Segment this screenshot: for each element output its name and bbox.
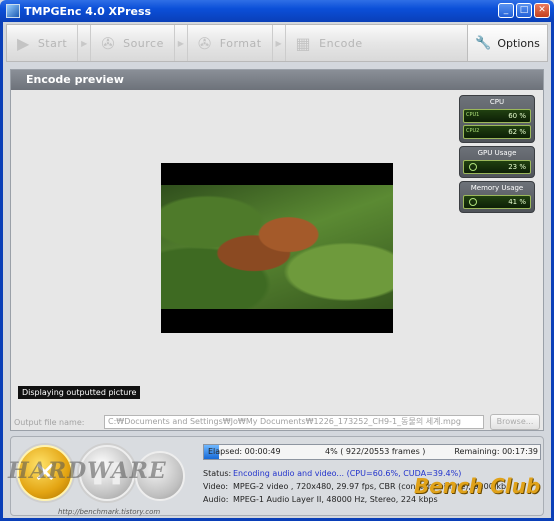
step-start[interactable]: ▶ Start (7, 25, 77, 61)
gpu-monitor: GPU Usage 23 % (459, 146, 535, 178)
video-preview (161, 163, 393, 333)
resource-monitors: CPU CPU1 60 % CPU2 62 % GPU Usage 23 % M… (459, 95, 535, 216)
cpu-monitor: CPU CPU1 60 % CPU2 62 % (459, 95, 535, 143)
memory-monitor-title: Memory Usage (470, 184, 524, 192)
wrench-icon: 🔧 (475, 35, 492, 51)
benchclub-watermark: Bench Club (414, 474, 541, 498)
video-frame-image (161, 185, 393, 309)
app-icon (6, 4, 20, 18)
step-arrow: ▶ (173, 25, 188, 61)
watermark-url: http://benchmark.tistory.com (58, 508, 161, 516)
output-file-label: Output file name: (14, 418, 85, 427)
step-source-label: Source (123, 36, 164, 50)
progress-percent-frames: 4% ( 922/20553 frames ) (325, 447, 426, 456)
close-button[interactable]: ✕ (534, 3, 550, 18)
memory-monitor: Memory Usage 41 % (459, 181, 535, 213)
cpu1-value: 60 % (508, 112, 526, 120)
memory-value: 41 % (508, 198, 526, 206)
cpu2-label: CPU2 (466, 128, 480, 134)
preview-status-label: Displaying outputted picture (18, 386, 141, 399)
step-encode-label: Encode (319, 36, 363, 50)
dial-icon (469, 163, 477, 171)
film-reel-icon: ✇ (101, 33, 116, 53)
step-start-label: Start (37, 36, 68, 50)
progress-text: Elapsed: 00:00:49 4% ( 922/20553 frames … (208, 445, 538, 459)
film-strip-icon: ▦ (295, 33, 312, 53)
cpu1-label: CPU1 (466, 112, 480, 118)
gpu-monitor-title: GPU Usage (477, 149, 517, 157)
elapsed-time: Elapsed: 00:00:49 (208, 447, 281, 456)
browse-button[interactable]: Browse... (490, 414, 540, 430)
panel-title: Encode preview (11, 70, 543, 90)
title-bar: TMPGEnc 4.0 XPress _ □ ✕ (0, 0, 554, 22)
minimize-button[interactable]: _ (498, 3, 514, 18)
gpu-meter: 23 % (463, 160, 531, 174)
encode-preview-panel: Encode preview Displaying outputted pict… (10, 69, 544, 431)
audio-value: MPEG-1 Audio Layer II, 48000 Hz, Stereo,… (233, 495, 438, 504)
cpu-monitor-title: CPU (489, 98, 505, 106)
gpu-value: 23 % (508, 163, 526, 171)
window-controls: _ □ ✕ (498, 3, 550, 18)
video-key: Video: (203, 482, 229, 491)
step-format-label: Format (219, 36, 262, 50)
film-reel-icon: ✇ (197, 33, 212, 53)
step-format[interactable]: ✇ Format (188, 25, 272, 61)
options-button[interactable]: 🔧 Options (467, 25, 547, 61)
output-file-field[interactable]: C:₩Documents and Settings₩Jo₩My Document… (104, 415, 484, 429)
encode-progress-bar: Elapsed: 00:00:49 4% ( 922/20553 frames … (203, 444, 541, 460)
maximize-button[interactable]: □ (516, 3, 532, 18)
memory-meter: 41 % (463, 195, 531, 209)
dial-icon (469, 198, 477, 206)
step-encode[interactable]: ▦ Encode (286, 25, 373, 61)
cpu2-meter: CPU2 62 % (463, 125, 531, 139)
hardware-watermark: HARDWARE (8, 458, 167, 484)
play-icon: ▶ (17, 33, 30, 53)
step-arrow: ▶ (77, 25, 92, 61)
step-arrow: ▶ (271, 25, 286, 61)
remaining-time: Remaining: 00:17:39 (454, 447, 538, 456)
options-label: Options (497, 36, 540, 50)
step-source[interactable]: ✇ Source (91, 25, 174, 61)
status-key: Status: (203, 469, 232, 478)
cpu1-meter: CPU1 60 % (463, 109, 531, 123)
step-toolbar: ▶ Start ▶ ✇ Source ▶ ✇ Format ▶ ▦ Encode… (6, 24, 548, 62)
cpu2-value: 62 % (508, 128, 526, 136)
window-title: TMPGEnc 4.0 XPress (24, 4, 152, 18)
audio-key: Audio: (203, 495, 229, 504)
